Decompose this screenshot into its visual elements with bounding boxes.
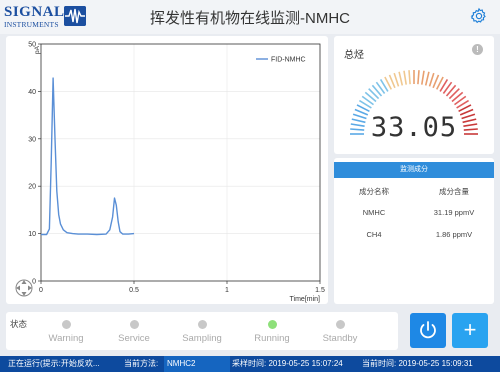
y-tick-label: 20 <box>28 184 36 191</box>
status-text: Standby <box>322 333 358 344</box>
status-service: Service <box>104 320 164 344</box>
x-tick-label: 1.5 <box>315 287 325 294</box>
status-indicator <box>335 320 345 329</box>
plot-frame <box>40 43 321 282</box>
total-hydrocarbon-gauge-panel: 总烃 ! 33.05 <box>334 36 494 154</box>
component-name-cell: CH4 <box>366 230 382 239</box>
column-header-content: 成分含量 <box>439 187 469 196</box>
component-value-cell: 31.19 ppmV <box>433 208 475 217</box>
current-time: 当前时间: 2019-05-25 15:09:31 <box>362 359 473 368</box>
gauge-tick <box>403 70 407 85</box>
gauge-tick <box>393 72 400 87</box>
gauge-tick <box>408 70 411 85</box>
gauge-tick <box>417 70 420 85</box>
y-tick-label: 30 <box>28 136 36 143</box>
x-tick-label: 0.5 <box>129 287 139 294</box>
component-name-cell: NMHC <box>362 208 386 217</box>
components-header: 监测成分 <box>334 162 494 178</box>
gauge-tick <box>424 71 430 86</box>
gauge-tick <box>428 72 435 87</box>
y-tick-label: 10 <box>28 231 36 238</box>
info-icon[interactable]: ! <box>472 44 483 55</box>
pan-control-icon[interactable] <box>14 278 34 298</box>
status-standby: Standby <box>310 320 370 344</box>
series-line-fid-nmhc <box>41 77 135 236</box>
power-button[interactable] <box>410 313 446 348</box>
y-tick-label: 40 <box>28 89 36 96</box>
app-header: SIGNAL INSTRUMENTS 挥发性有机物在线监测-NMHC <box>0 0 500 34</box>
add-button[interactable]: + <box>452 313 488 348</box>
status-footer: 正在运行(提示:开始反欢... 当前方法: NMHC2 采样时间: 2019-0… <box>0 356 500 372</box>
status-panel: 状态 Warning Service Sampling Running Stan… <box>6 312 398 350</box>
status-text: Warning <box>48 333 84 344</box>
status-text: Service <box>118 333 150 344</box>
status-label: 状态 <box>10 319 28 329</box>
gauge-tick <box>398 71 404 86</box>
method-value: NMHC2 <box>167 359 196 368</box>
status-indicator <box>267 320 277 329</box>
component-value-cell: 1.86 ppmV <box>435 230 473 239</box>
y-axis-unit: pA <box>34 45 41 54</box>
method-label: 当前方法: <box>124 359 159 368</box>
gear-icon[interactable] <box>470 7 488 25</box>
power-icon <box>420 321 436 339</box>
plus-icon: + <box>463 317 477 342</box>
x-tick-label: 1 <box>225 287 229 294</box>
chromatogram-chart[interactable]: 504030201000 0.5 1 1.5pATime[min] FID-NMHC <box>6 36 328 304</box>
column-header-name: 成分名称 <box>359 187 389 196</box>
status-sampling: Sampling <box>172 320 232 344</box>
status-running: Running <box>242 320 302 344</box>
gauge-value: 33.05 <box>370 112 458 143</box>
x-tick-label: 0 <box>39 287 43 294</box>
page-title: 挥发性有机物在线监测-NMHC <box>150 10 350 27</box>
status-indicator <box>129 320 139 329</box>
monitored-components-panel: 监测成分 成分名称 成分含量 NMHC 31.19 ppmV CH4 1.86 … <box>334 158 494 304</box>
status-warning: Warning <box>36 320 96 344</box>
status-indicator <box>197 320 207 329</box>
legend-label: FID-NMHC <box>271 57 306 64</box>
gauge-title: 总烃 <box>344 50 364 61</box>
status-text: Sampling <box>182 333 222 344</box>
chromatogram-panel: 50 40 30 20 10 0 0 0.5 1 1.5 pA Time[min] FID-NMHC <box>6 36 328 304</box>
sample-time: 采样时间: 2019-05-25 15:07:24 <box>232 359 343 368</box>
gauge-tick <box>421 70 425 85</box>
run-state-text: 正在运行(提示:开始反欢... <box>8 359 100 368</box>
x-axis-label: Time[min] <box>290 296 321 303</box>
status-text: Running <box>254 333 290 344</box>
status-indicator <box>61 320 71 329</box>
